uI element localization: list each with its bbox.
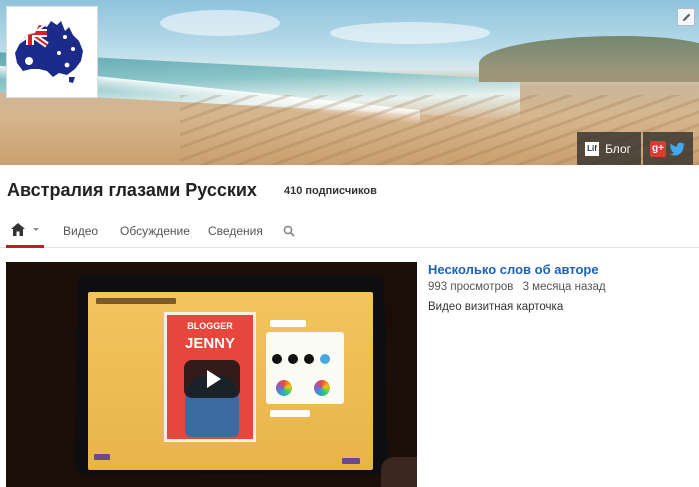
pencil-icon (682, 13, 690, 21)
outline-color-wheel (314, 380, 330, 396)
tab-home[interactable] (6, 214, 44, 248)
subscriber-count: 410 подписчиков (284, 185, 377, 197)
chevron-down-icon (33, 228, 39, 231)
shape-cloud (320, 354, 330, 364)
video-title-link[interactable]: Несколько слов об авторе (428, 262, 599, 277)
edit-banner-button[interactable] (677, 8, 695, 26)
channel-avatar[interactable] (6, 6, 98, 98)
play-button[interactable] (184, 360, 240, 398)
back-button (94, 454, 110, 460)
view-count: 993 просмотров (428, 281, 514, 293)
australia-flag-map-icon (15, 21, 83, 83)
blog-link-label: Блог (605, 141, 631, 156)
banner-cloud (330, 22, 490, 44)
background-button (270, 410, 310, 417)
google-plus-icon[interactable]: g+ (650, 140, 666, 157)
banner-dune (479, 36, 699, 82)
shape-panel (266, 332, 344, 404)
text-dropdown (270, 320, 306, 327)
channel-links: Lif Блог g+ (577, 132, 693, 165)
tab-discussion[interactable]: Обсуждение (120, 214, 190, 248)
blog-link[interactable]: Lif Блог (577, 132, 641, 165)
tab-search[interactable] (283, 214, 295, 248)
poster-name-text: JENNY (184, 335, 236, 352)
upload-age: 3 месяца назад (522, 281, 606, 293)
channel-banner: Lif Блог g+ (0, 0, 699, 165)
video-description: Видео визитная карточка (428, 301, 564, 313)
fill-color-wheel (276, 380, 292, 396)
banner-cloud (160, 10, 280, 36)
twitter-icon[interactable] (670, 142, 686, 156)
video-hand (381, 457, 417, 487)
shape-circle (288, 354, 298, 364)
channel-title[interactable]: Австралия глазами Русских (7, 180, 257, 201)
blog-favicon: Lif (585, 141, 600, 156)
continue-button (342, 458, 360, 464)
tab-videos[interactable]: Видео (63, 214, 98, 248)
tab-about[interactable]: Сведения (208, 214, 263, 248)
app-title (96, 298, 176, 304)
video-meta: 993 просмотров 3 месяца назад (428, 281, 606, 293)
featured-video-player[interactable]: BLOGGER JENNY (6, 262, 417, 487)
shape-star (272, 354, 282, 364)
social-links: g+ (643, 132, 693, 165)
play-icon (207, 370, 221, 388)
home-icon (11, 223, 25, 236)
poster-top-text: BLOGGER (187, 321, 233, 331)
shape-circle (304, 354, 314, 364)
channel-tabs: Видео Обсуждение Сведения (0, 214, 699, 248)
search-icon (283, 225, 295, 237)
